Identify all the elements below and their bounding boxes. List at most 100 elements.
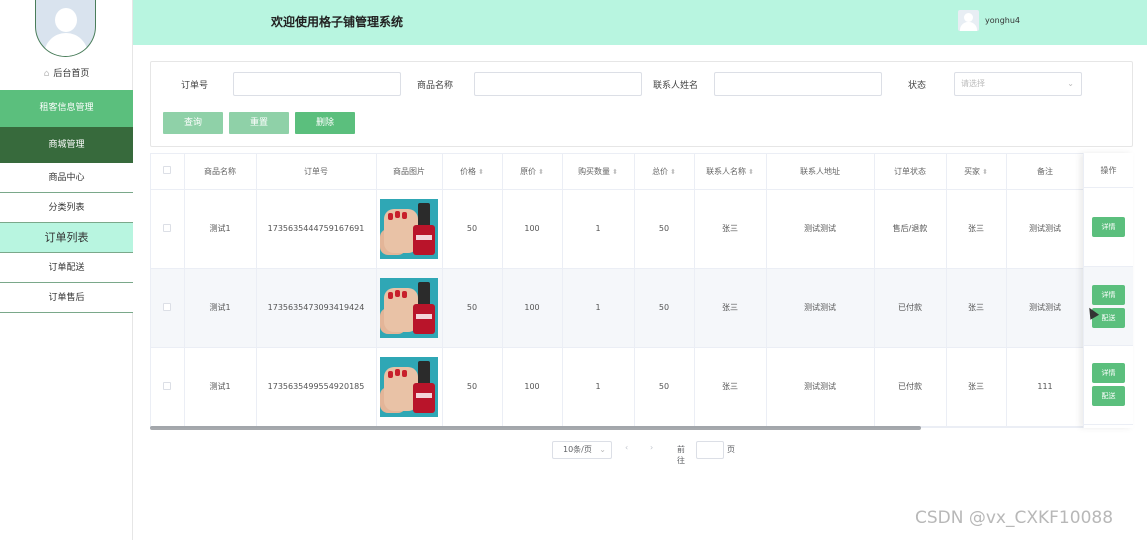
- admin-avatar: [35, 0, 96, 57]
- sidebar: ⌂ 后台首页 租客信息管理 商城管理 商品中心 分类列表 订单列表 订单配送 订单…: [0, 0, 133, 540]
- cell-order-no: 1735635499554920185: [256, 347, 377, 427]
- col-header-actions: 操作: [1084, 153, 1133, 188]
- sort-icon: ⬍: [748, 167, 754, 176]
- next-page-icon[interactable]: ›: [650, 443, 653, 452]
- sort-icon: ⬍: [612, 167, 618, 176]
- cell-quantity: 1: [562, 189, 635, 269]
- product-name-input[interactable]: [474, 72, 642, 96]
- sidebar-item-order-after-sales[interactable]: 订单售后: [0, 283, 133, 313]
- col-header-buyer[interactable]: 买家 ⬍: [946, 154, 1007, 190]
- cell-price: 50: [442, 268, 503, 348]
- table-row: 测试1 1735635444759167691 50 100 1 50 张三 测…: [151, 189, 1132, 269]
- cell-status: 已付款: [874, 347, 947, 427]
- select-all-checkbox[interactable]: [163, 166, 172, 175]
- status-select[interactable]: 请选择 ⌄: [954, 72, 1082, 96]
- cell-product-name: 测试1: [184, 189, 257, 269]
- table-header-row: 商品名称 订单号 商品图片 价格 ⬍ 原价 ⬍ 购买数量 ⬍ 总价 ⬍ 联系人名称 ⬍ 联…: [151, 154, 1132, 190]
- watermark: CSDN @vx_CXKF10088: [915, 508, 1114, 528]
- delete-button[interactable]: 删除: [295, 112, 355, 134]
- order-no-input[interactable]: [233, 72, 401, 96]
- deliver-button[interactable]: 配送: [1092, 386, 1125, 406]
- status-placeholder: 请选择: [961, 79, 985, 88]
- cell-buyer: 张三: [946, 268, 1007, 348]
- detail-button[interactable]: 详情: [1092, 285, 1125, 305]
- detail-button[interactable]: 详情: [1092, 217, 1125, 237]
- page-size-select[interactable]: 10条/页 ⌄: [552, 441, 612, 459]
- col-header-total[interactable]: 总价 ⬍: [634, 154, 695, 190]
- horizontal-scrollbar[interactable]: [150, 426, 921, 430]
- product-image[interactable]: [380, 198, 438, 259]
- cell-product-name: 测试1: [184, 268, 257, 348]
- cell-quantity: 1: [562, 347, 635, 427]
- cell-status: 已付款: [874, 268, 947, 348]
- cell-original-price: 100: [502, 268, 563, 348]
- row-checkbox[interactable]: [163, 381, 172, 390]
- order-no-label: 订单号: [181, 81, 209, 91]
- cell-address: 测试测试: [766, 347, 875, 427]
- col-header-order-no: 订单号: [256, 154, 377, 190]
- app-root: ⌂ 后台首页 租客信息管理 商城管理 商品中心 分类列表 订单列表 订单配送 订单…: [0, 0, 1147, 540]
- sidebar-item-product-center[interactable]: 商品中心: [0, 163, 133, 193]
- actions-cell: 详情 配送: [1084, 346, 1133, 425]
- sort-icon: ⬍: [538, 167, 544, 176]
- col-header-product-image: 商品图片: [376, 154, 443, 190]
- orders-table: 商品名称 订单号 商品图片 价格 ⬍ 原价 ⬍ 购买数量 ⬍ 总价 ⬍ 联系人名称 ⬍ 联…: [150, 153, 1133, 428]
- cell-remark: 111: [1006, 347, 1085, 427]
- cell-remark: 测试测试: [1006, 268, 1085, 348]
- sort-icon: ⬍: [982, 167, 988, 176]
- col-header-order-status: 订单状态: [874, 154, 947, 190]
- col-header-quantity[interactable]: 购买数量 ⬍: [562, 154, 635, 190]
- cell-address: 测试测试: [766, 268, 875, 348]
- contact-name-label: 联系人姓名: [653, 81, 699, 91]
- user-avatar[interactable]: [958, 10, 979, 31]
- cell-contact: 张三: [694, 268, 767, 348]
- username[interactable]: yonghu4: [985, 16, 1020, 25]
- table-row: 测试1 1735635499554920185 50 100 1 50 张三 测…: [151, 347, 1132, 427]
- cell-buyer: 张三: [946, 347, 1007, 427]
- cell-contact: 张三: [694, 347, 767, 427]
- product-image[interactable]: [380, 356, 438, 417]
- home-link[interactable]: ⌂ 后台首页: [0, 66, 133, 84]
- sidebar-item-order-delivery[interactable]: 订单配送: [0, 253, 133, 283]
- col-header-contact-address: 联系人地址: [766, 154, 875, 190]
- cell-order-no: 1735635473093419424: [256, 268, 377, 348]
- cell-original-price: 100: [502, 189, 563, 269]
- sidebar-item-tenant-management[interactable]: 租客信息管理: [0, 90, 133, 127]
- sidebar-item-category-list[interactable]: 分类列表: [0, 193, 133, 223]
- contact-name-input[interactable]: [714, 72, 882, 96]
- actions-column: 操作 详情 详情 配送 详情 配送: [1083, 153, 1133, 428]
- sort-icon: ⬍: [670, 167, 676, 176]
- chevron-down-icon: ⌄: [1067, 79, 1074, 88]
- query-button[interactable]: 查询: [163, 112, 223, 134]
- cell-address: 测试测试: [766, 189, 875, 269]
- reset-button[interactable]: 重置: [229, 112, 289, 134]
- cell-price: 50: [442, 347, 503, 427]
- sort-icon: ⬍: [478, 167, 484, 176]
- product-image[interactable]: [380, 277, 438, 338]
- col-header-price[interactable]: 价格 ⬍: [442, 154, 503, 190]
- home-label: 后台首页: [53, 69, 90, 79]
- row-checkbox[interactable]: [163, 223, 172, 232]
- col-header-contact-name[interactable]: 联系人名称 ⬍: [694, 154, 767, 190]
- goto-page-input[interactable]: [696, 441, 724, 459]
- cell-total: 50: [634, 189, 695, 269]
- search-panel: 订单号 商品名称 联系人姓名 状态 请选择 ⌄ 查询 重置 删除: [150, 61, 1133, 147]
- cell-status: 售后/退款: [874, 189, 947, 269]
- table-row: 测试1 1735635473093419424 50 100 1 50 张三 测…: [151, 268, 1132, 348]
- row-checkbox[interactable]: [163, 302, 172, 311]
- col-header-remark: 备注: [1006, 154, 1085, 190]
- cell-buyer: 张三: [946, 189, 1007, 269]
- cell-contact: 张三: [694, 189, 767, 269]
- page-title: 欢迎使用格子铺管理系统: [271, 15, 404, 29]
- page-size-value: 10条/页: [563, 445, 592, 454]
- sidebar-item-order-list[interactable]: 订单列表: [0, 223, 133, 253]
- prev-page-icon[interactable]: ‹: [625, 443, 628, 452]
- home-icon: ⌂: [43, 69, 50, 79]
- sidebar-menu: 租客信息管理 商城管理 商品中心 分类列表 订单列表 订单配送 订单售后: [0, 90, 133, 313]
- cell-original-price: 100: [502, 347, 563, 427]
- cell-product-name: 测试1: [184, 347, 257, 427]
- col-header-original-price[interactable]: 原价 ⬍: [502, 154, 563, 190]
- sidebar-item-mall-management[interactable]: 商城管理: [0, 127, 133, 163]
- cell-price: 50: [442, 189, 503, 269]
- detail-button[interactable]: 详情: [1092, 363, 1125, 383]
